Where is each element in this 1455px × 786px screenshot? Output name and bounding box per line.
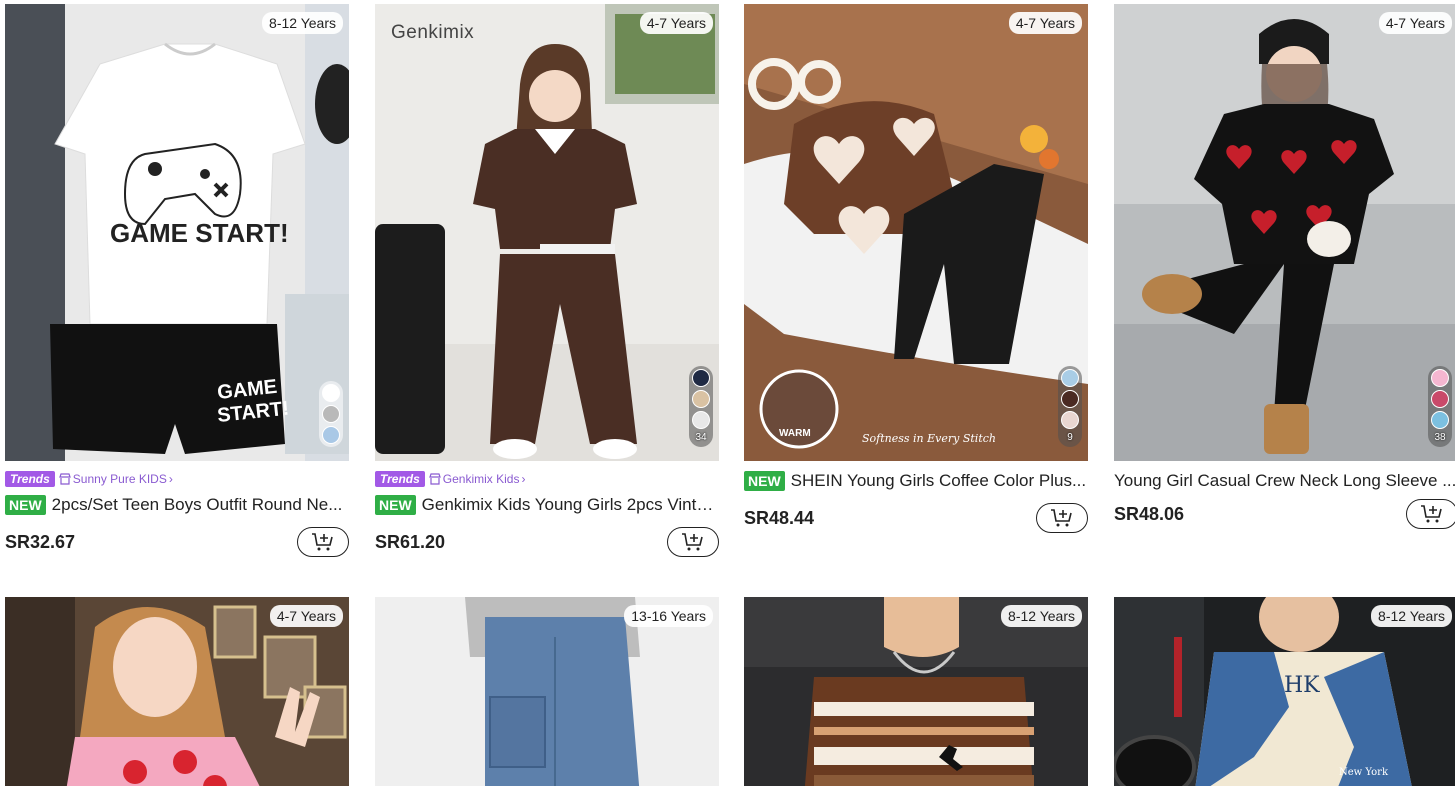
image-caption: Softness in Every Stitch xyxy=(862,432,996,445)
product-card[interactable]: WARM Softness in Every Stitch 4-7 Years … xyxy=(744,4,1088,533)
product-card[interactable]: Genkimix 4-7 Years 34 Trends Genkimix Ki… xyxy=(375,4,719,557)
inset-label: WARM xyxy=(779,428,811,439)
product-price: SR48.06 xyxy=(1114,503,1185,524)
add-to-cart-button[interactable] xyxy=(1406,499,1455,529)
product-image[interactable]: 8-12 Years xyxy=(744,597,1088,786)
add-to-cart-icon xyxy=(312,533,333,551)
price-row: SR32.67 xyxy=(5,527,349,557)
add-to-cart-icon xyxy=(1421,505,1442,523)
color-swatch[interactable] xyxy=(322,384,340,402)
new-badge: NEW xyxy=(5,495,46,515)
swatch-count: 34 xyxy=(695,432,707,443)
chevron-right-icon: › xyxy=(168,472,173,486)
color-swatch[interactable] xyxy=(692,390,710,408)
age-badge: 8-12 Years xyxy=(1371,605,1452,627)
product-card[interactable]: HK New York 8-12 Years xyxy=(1114,597,1455,786)
age-badge: 4-7 Years xyxy=(1378,12,1452,34)
product-photo xyxy=(375,4,719,461)
product-image[interactable]: 4-7 Years xyxy=(5,597,349,786)
trends-badge: Trends xyxy=(5,471,55,487)
swatch-count: 9 xyxy=(1067,432,1073,443)
color-swatches[interactable] xyxy=(319,381,343,447)
age-badge: 4-7 Years xyxy=(1008,12,1082,34)
color-swatch[interactable] xyxy=(1061,411,1079,429)
product-card[interactable]: 8-12 Years xyxy=(744,597,1088,786)
product-title[interactable]: 2pcs/Set Teen Boys Outfit Round Ne... xyxy=(52,495,349,515)
product-title[interactable]: Young Girl Casual Crew Neck Long Sleeve … xyxy=(1114,471,1455,491)
color-swatches[interactable]: 34 xyxy=(689,366,713,447)
add-to-cart-button[interactable] xyxy=(1036,503,1088,533)
age-badge: 13-16 Years xyxy=(624,605,713,627)
store-link[interactable]: Sunny Pure KIDS › xyxy=(58,472,173,486)
store-name: Genkimix Kids xyxy=(442,472,520,486)
product-card[interactable]: 4-7 Years xyxy=(5,597,349,786)
product-image[interactable]: Genkimix 4-7 Years 34 xyxy=(375,4,719,461)
age-badge: 8-12 Years xyxy=(262,12,343,34)
product-tagline: Trends Sunny Pure KIDS › xyxy=(5,471,349,487)
store-link[interactable]: Genkimix Kids › xyxy=(428,472,526,486)
new-badge: NEW xyxy=(375,495,416,515)
store-icon xyxy=(58,473,71,485)
age-badge: 4-7 Years xyxy=(639,12,713,34)
product-price: SR61.20 xyxy=(375,531,446,552)
brand-watermark: Genkimix xyxy=(391,22,475,43)
product-grid: GAME START! GAME START! 8-12 Years Trend… xyxy=(0,0,1455,786)
print-text-secondary: New York xyxy=(1339,767,1389,778)
price-row: SR48.44 xyxy=(744,503,1088,533)
new-badge: NEW xyxy=(744,471,785,491)
product-photo xyxy=(1114,4,1455,461)
product-image[interactable]: HK New York 8-12 Years xyxy=(1114,597,1455,786)
product-image[interactable]: 13-16 Years xyxy=(375,597,719,786)
age-badge: 4-7 Years xyxy=(269,605,343,627)
add-to-cart-button[interactable] xyxy=(297,527,349,557)
color-swatch[interactable] xyxy=(322,426,340,444)
color-swatch[interactable] xyxy=(1431,390,1449,408)
product-photo: WARM Softness in Every Stitch xyxy=(744,4,1088,461)
add-to-cart-button[interactable] xyxy=(667,527,719,557)
product-image[interactable]: 4-7 Years 38 xyxy=(1114,4,1455,461)
product-title-row[interactable]: NEW SHEIN Young Girls Coffee Color Plus.… xyxy=(744,469,1088,493)
product-photo: GAME START! GAME START! xyxy=(5,4,349,461)
product-price: SR32.67 xyxy=(5,531,76,552)
price-row: SR61.20 xyxy=(375,527,719,557)
product-card[interactable]: GAME START! GAME START! 8-12 Years Trend… xyxy=(5,4,349,557)
print-text: GAME START! xyxy=(110,218,289,248)
add-to-cart-icon xyxy=(682,533,703,551)
add-to-cart-icon xyxy=(1051,509,1072,527)
trends-badge: Trends xyxy=(375,471,425,487)
print-text: HK xyxy=(1284,673,1320,698)
price-row: SR48.06 xyxy=(1114,499,1455,529)
color-swatch[interactable] xyxy=(692,411,710,429)
store-name: Sunny Pure KIDS xyxy=(72,472,167,486)
color-swatches[interactable]: 9 xyxy=(1058,366,1082,447)
color-swatch[interactable] xyxy=(1061,390,1079,408)
color-swatch[interactable] xyxy=(1061,369,1079,387)
color-swatches[interactable]: 38 xyxy=(1428,366,1452,447)
store-icon xyxy=(428,473,441,485)
product-price: SR48.44 xyxy=(744,507,815,528)
product-title[interactable]: SHEIN Young Girls Coffee Color Plus... xyxy=(791,471,1088,491)
product-tagline: Trends Genkimix Kids › xyxy=(375,471,719,487)
swatch-count: 38 xyxy=(1434,432,1446,443)
color-swatch[interactable] xyxy=(1431,411,1449,429)
chevron-right-icon: › xyxy=(521,472,526,486)
product-title[interactable]: Genkimix Kids Young Girls 2pcs Vinta... xyxy=(422,495,719,515)
product-image[interactable]: GAME START! GAME START! 8-12 Years xyxy=(5,4,349,461)
color-swatch[interactable] xyxy=(322,405,340,423)
product-card[interactable]: 13-16 Years xyxy=(375,597,719,786)
age-badge: 8-12 Years xyxy=(1001,605,1082,627)
product-title-row[interactable]: NEW Genkimix Kids Young Girls 2pcs Vinta… xyxy=(375,493,719,517)
color-swatch[interactable] xyxy=(692,369,710,387)
product-title-row[interactable]: NEW 2pcs/Set Teen Boys Outfit Round Ne..… xyxy=(5,493,349,517)
product-card[interactable]: 4-7 Years 38 Young Girl Casual Crew Neck… xyxy=(1114,4,1455,529)
color-swatch[interactable] xyxy=(1431,369,1449,387)
product-image[interactable]: WARM Softness in Every Stitch 4-7 Years … xyxy=(744,4,1088,461)
product-title-row[interactable]: Young Girl Casual Crew Neck Long Sleeve … xyxy=(1114,469,1455,493)
